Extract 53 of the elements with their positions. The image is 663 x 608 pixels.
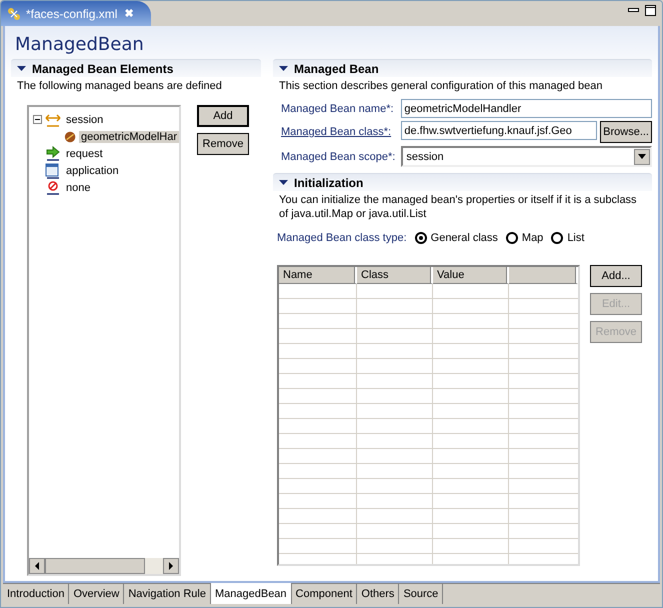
- horizontal-scrollbar[interactable]: [29, 558, 179, 574]
- page-title: ManagedBean: [14, 33, 145, 57]
- radio-option[interactable]: Map: [506, 232, 544, 244]
- section-header[interactable]: Initialization: [273, 173, 652, 191]
- column-header[interactable]: Class: [357, 267, 433, 284]
- class-link[interactable]: Managed Bean class*:: [281, 126, 396, 138]
- field-label: Managed Bean name*:: [281, 102, 395, 116]
- scroll-right-icon[interactable]: [168, 562, 174, 570]
- section-description: You can initialize the managed bean's properties or itself if it is a subclass of java.util.Map or java.util.List: [278, 193, 638, 222]
- column-header[interactable]: Value: [433, 267, 509, 284]
- class-field[interactable]: de.fhw.swtvertiefung.knauf.jsf.Geo: [401, 121, 598, 140]
- tab-title: *faces-config.xml: [26, 6, 118, 20]
- column-header[interactable]: [509, 267, 578, 284]
- tree-item[interactable]: geometricModelHar: [79, 130, 179, 142]
- radio-option[interactable]: List: [551, 232, 584, 244]
- no-entry-icon: [45, 180, 61, 196]
- field-label: Managed Bean scope*:: [281, 150, 396, 164]
- coffee-bean-icon: [64, 130, 76, 144]
- browse-button[interactable]: Browse...: [600, 121, 652, 143]
- collapse-triangle-icon[interactable]: [279, 64, 288, 73]
- tree-item[interactable]: session: [64, 114, 106, 126]
- section-title: Initialization: [294, 176, 364, 190]
- section-title: Managed Bean: [294, 62, 379, 76]
- radio-icon[interactable]: [506, 232, 518, 244]
- collapse-triangle-icon[interactable]: [279, 178, 288, 187]
- maximize-icon[interactable]: [645, 5, 656, 16]
- column-header[interactable]: Name: [279, 267, 357, 284]
- section-header[interactable]: Managed Bean: [273, 59, 652, 77]
- section-header[interactable]: Managed Bean Elements: [11, 59, 261, 77]
- name-field[interactable]: geometricModelHandler: [401, 99, 652, 118]
- section-title: Managed Bean Elements: [32, 62, 174, 76]
- action-button[interactable]: Add: [197, 105, 249, 127]
- collapse-icon[interactable]: [33, 115, 42, 124]
- collapse-triangle-icon[interactable]: [17, 64, 26, 73]
- radio-icon[interactable]: [551, 232, 564, 244]
- scope-dropdown[interactable]: session: [401, 146, 652, 167]
- double-arrow-icon: [45, 112, 61, 128]
- arrow-right-icon: [45, 146, 61, 162]
- window-icon: [45, 162, 61, 178]
- tree-item[interactable]: application: [64, 164, 121, 176]
- action-button[interactable]: Add...: [590, 265, 642, 287]
- faces-config-icon: [7, 6, 21, 20]
- tree-item[interactable]: none: [64, 182, 92, 194]
- dropdown-arrow-icon[interactable]: [638, 154, 646, 159]
- tree-item[interactable]: request: [64, 148, 105, 160]
- action-button[interactable]: Remove: [197, 133, 249, 155]
- section-description: The following managed beans are defined: [16, 79, 223, 94]
- radio-icon[interactable]: [414, 232, 427, 244]
- scroll-left-icon[interactable]: [34, 562, 40, 570]
- section-description: This section describes general configuration of this managed bean: [278, 79, 604, 94]
- radio-option[interactable]: General class: [414, 232, 498, 244]
- page-tab[interactable]: ManagedBean: [210, 583, 292, 604]
- field-label: Managed Bean class type:: [277, 231, 407, 245]
